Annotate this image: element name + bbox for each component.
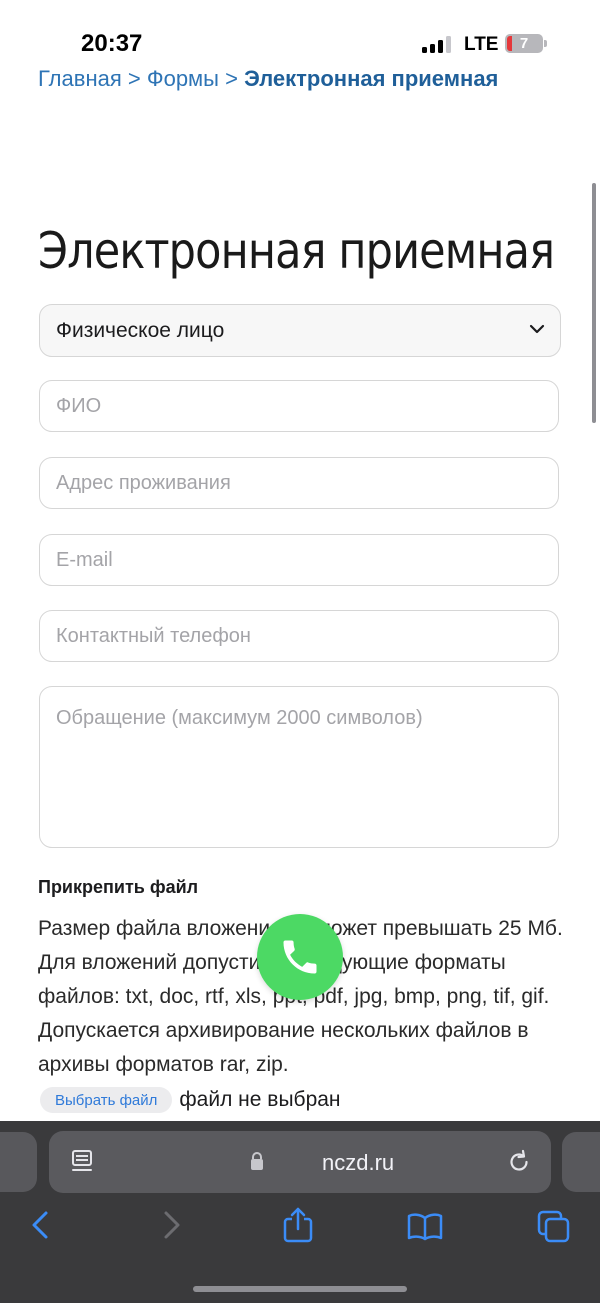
back-icon[interactable] <box>28 1210 54 1240</box>
previous-tab-preview[interactable] <box>0 1132 37 1192</box>
page-title: Электронная приемная <box>38 222 555 280</box>
battery-icon: 7 <box>505 34 543 53</box>
forward-icon <box>164 1211 180 1239</box>
person-type-select[interactable]: Физическое лицо <box>39 304 561 357</box>
call-button[interactable] <box>257 914 343 1000</box>
tabs-icon[interactable] <box>536 1209 572 1245</box>
cellular-signal-icon <box>422 35 454 53</box>
battery-tip <box>544 40 547 47</box>
email-input[interactable] <box>39 534 559 586</box>
lock-icon <box>251 1152 263 1170</box>
page-scrollbar[interactable] <box>592 183 596 423</box>
url-text: nczd.ru <box>322 1150 395 1175</box>
choose-file-button[interactable]: Выбрать файл <box>40 1087 173 1113</box>
home-indicator[interactable] <box>193 1286 407 1292</box>
phone-input[interactable] <box>39 610 559 662</box>
reload-icon[interactable] <box>506 1149 532 1175</box>
attach-file-title: Прикрепить файл <box>38 877 199 897</box>
bookmarks-icon[interactable] <box>406 1212 444 1242</box>
status-bar: 20:37 LTE 7 <box>0 0 600 70</box>
address-bar[interactable]: nczd.ru <box>49 1131 551 1193</box>
next-tab-preview[interactable] <box>562 1132 600 1192</box>
page-menu-icon[interactable] <box>71 1149 95 1175</box>
file-status-text: файл не выбран <box>179 1088 341 1111</box>
share-icon[interactable] <box>282 1206 314 1244</box>
full-name-input[interactable] <box>39 380 559 432</box>
message-textarea[interactable] <box>39 686 559 848</box>
status-time: 20:37 <box>81 30 143 57</box>
phone-icon <box>283 940 317 974</box>
person-type-value: Физическое лицо <box>56 319 225 342</box>
chevron-down-icon <box>529 324 545 334</box>
battery-level: 7 <box>519 35 529 52</box>
address-input[interactable] <box>39 457 559 509</box>
network-type: LTE <box>464 34 499 55</box>
browser-toolbar: nczd.ru <box>0 1121 600 1303</box>
file-upload-row: Выбрать файл файл не выбран <box>40 1086 341 1114</box>
